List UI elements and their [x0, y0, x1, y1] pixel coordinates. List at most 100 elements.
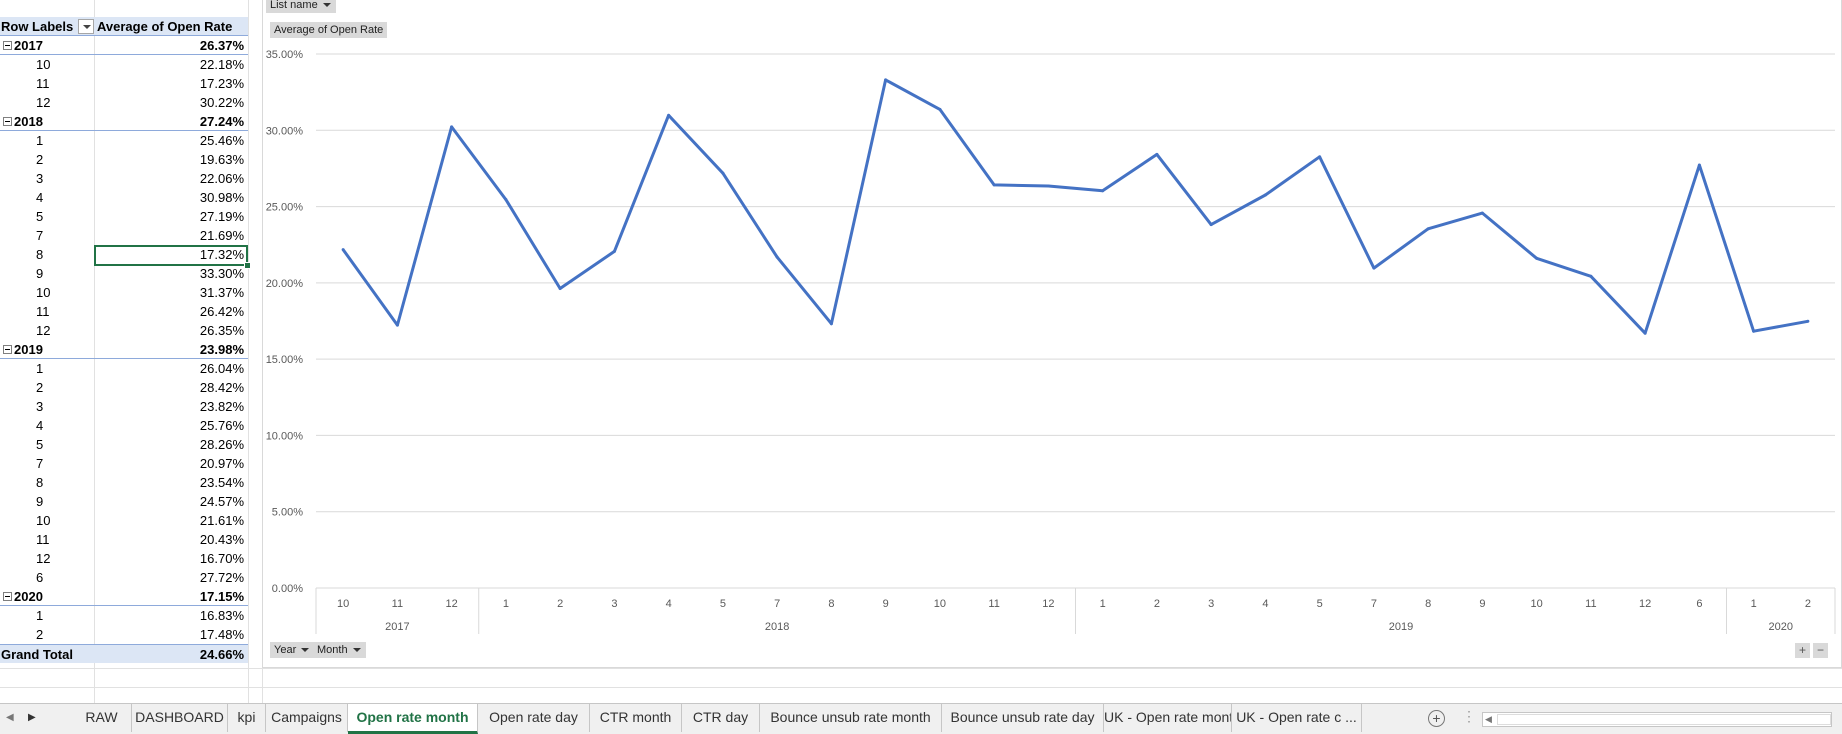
row-label: 4	[36, 190, 44, 205]
collapse-minus-icon[interactable]	[3, 117, 12, 126]
data-point	[1697, 163, 1701, 167]
tab-scroll-left-icon[interactable]: ◀	[6, 712, 14, 723]
pivot-year-row[interactable]: 2020 17.15%	[0, 587, 248, 606]
row-value: 22.06%	[199, 171, 244, 186]
pivot-month-row[interactable]: 12 30.22%	[0, 93, 248, 112]
sheet-tab[interactable]: Bounce unsub rate month	[760, 704, 942, 732]
data-point	[1155, 152, 1159, 156]
more-options-icon[interactable]: ⋮	[1462, 708, 1476, 725]
row-label: 7	[36, 456, 44, 471]
row-label: 3	[36, 399, 44, 414]
row-value: 21.61%	[199, 513, 244, 528]
pivot-month-row[interactable]: 6 27.72%	[0, 568, 248, 587]
row-value: 33.30%	[199, 266, 244, 281]
pivot-month-row[interactable]: 2 28.42%	[0, 378, 248, 397]
new-sheet-button[interactable]: +	[1428, 710, 1445, 727]
row-value: 31.37%	[199, 285, 244, 300]
x-tick-label: 11	[392, 598, 403, 610]
row-value: 25.46%	[199, 133, 244, 148]
collapse-minus-icon[interactable]	[3, 345, 12, 354]
pivot-month-row[interactable]: 1 25.46%	[0, 131, 248, 150]
collapse-minus-icon[interactable]	[3, 41, 12, 50]
sheet-tab[interactable]: Bounce unsub rate day	[942, 704, 1104, 732]
sheet-tab[interactable]: kpi	[228, 704, 266, 732]
row-value: 26.35%	[199, 323, 244, 338]
row-label: 10	[36, 285, 51, 300]
data-point	[450, 125, 454, 129]
x-tick-label: 5	[1317, 598, 1323, 610]
scrollbar-thumb[interactable]	[1497, 714, 1831, 725]
pivot-month-row[interactable]: 3 23.82%	[0, 397, 248, 416]
row-label: 11	[36, 532, 50, 547]
sheet-tab[interactable]: RAW	[72, 704, 132, 732]
pivot-year-row[interactable]: 2017 26.37%	[0, 36, 248, 55]
pivot-month-row[interactable]: 10 21.61%	[0, 511, 248, 530]
pivot-month-row[interactable]: 4 25.76%	[0, 416, 248, 435]
pivot-month-row[interactable]: 2 17.48%	[0, 625, 248, 644]
pivot-month-row[interactable]: 1 26.04%	[0, 359, 248, 378]
pivot-month-row[interactable]: 5 27.19%	[0, 207, 248, 226]
row-value: 17.23%	[199, 76, 244, 91]
row-value: 27.72%	[199, 570, 244, 585]
sheet-tab[interactable]: Open rate day	[478, 704, 590, 732]
pivot-month-row[interactable]: 10 31.37%	[0, 283, 248, 302]
pivot-month-row[interactable]: 12 16.70%	[0, 549, 248, 568]
pivot-month-row[interactable]: 11 26.42%	[0, 302, 248, 321]
row-label: 6	[36, 570, 44, 585]
pivot-grand-total-row[interactable]: Grand Total 24.66%	[0, 644, 248, 663]
x-tick-label: 1	[1100, 598, 1106, 610]
horizontal-scrollbar[interactable]: ◀	[1482, 712, 1832, 727]
pivot-year-row[interactable]: 2018 27.24%	[0, 112, 248, 131]
x-tick-label: 1	[1751, 598, 1757, 610]
row-value: 20.97%	[199, 456, 244, 471]
pivot-month-row[interactable]: 10 22.18%	[0, 55, 248, 74]
sheet-tab[interactable]: DASHBOARD	[132, 704, 228, 732]
x-group-label: 2020	[1769, 621, 1793, 633]
data-point	[558, 287, 562, 291]
data-point	[1263, 193, 1267, 197]
pivot-month-row[interactable]: 7 20.97%	[0, 454, 248, 473]
grand-total-label: Grand Total	[1, 647, 73, 662]
pivot-table: Row Labels Average of Open Rate 2017 26.37%…	[0, 17, 248, 663]
collapse-field-button[interactable]: −	[1813, 643, 1828, 658]
sheet-tab[interactable]: UK - Open rate month	[1104, 704, 1232, 732]
data-point	[992, 183, 996, 187]
row-label: 8	[36, 247, 44, 262]
row-label: 12	[36, 95, 51, 110]
pivot-year-row[interactable]: 2019 23.98%	[0, 340, 248, 359]
x-tick-label: 10	[934, 598, 946, 610]
sheet-tab[interactable]: Campaigns	[266, 704, 348, 732]
month-axis-field-button[interactable]: Month	[313, 642, 366, 658]
sheet-tab[interactable]: Open rate month	[348, 704, 478, 734]
pivot-month-row[interactable]: 7 21.69%	[0, 226, 248, 245]
pivot-month-row[interactable]: 3 22.06%	[0, 169, 248, 188]
expand-field-button[interactable]: +	[1795, 643, 1810, 658]
y-tick-label: 25.00%	[266, 202, 304, 214]
sheet-tab[interactable]: CTR day	[682, 704, 760, 732]
pivot-chart[interactable]: List name Average of Open Rate 0.00% 5.00…	[262, 0, 1842, 668]
pivot-month-row[interactable]: 9 33.30%	[0, 264, 248, 283]
tab-scroll-right-icon[interactable]: ▶	[28, 712, 36, 723]
pivot-month-row[interactable]: 1 16.83%	[0, 606, 248, 625]
pivot-month-row[interactable]: 5 28.26%	[0, 435, 248, 454]
scroll-left-arrow-icon[interactable]: ◀	[1485, 713, 1492, 726]
pivot-month-row[interactable]: 12 26.35%	[0, 321, 248, 340]
row-labels-filter-button[interactable]	[78, 19, 94, 34]
year-axis-field-button[interactable]: Year	[270, 642, 315, 658]
pivot-month-row[interactable]: 11 17.23%	[0, 74, 248, 93]
pivot-header-row[interactable]: Row Labels Average of Open Rate	[0, 17, 248, 36]
x-tick-label: 5	[720, 598, 726, 610]
x-group-label: 2019	[1389, 621, 1413, 633]
row-label: 2	[36, 380, 44, 395]
pivot-month-row[interactable]: 11 20.43%	[0, 530, 248, 549]
data-point	[1209, 223, 1213, 227]
worksheet-grid[interactable]: Row Labels Average of Open Rate 2017 26.37%…	[0, 0, 1842, 703]
x-tick-label: 7	[1371, 598, 1377, 610]
pivot-month-row[interactable]: 2 19.63%	[0, 150, 248, 169]
pivot-month-row[interactable]: 9 24.57%	[0, 492, 248, 511]
pivot-month-row[interactable]: 8 23.54%	[0, 473, 248, 492]
sheet-tab[interactable]: CTR month	[590, 704, 682, 732]
sheet-tab[interactable]: UK - Open rate c ...	[1232, 704, 1362, 732]
collapse-minus-icon[interactable]	[3, 592, 12, 601]
pivot-month-row[interactable]: 4 30.98%	[0, 188, 248, 207]
